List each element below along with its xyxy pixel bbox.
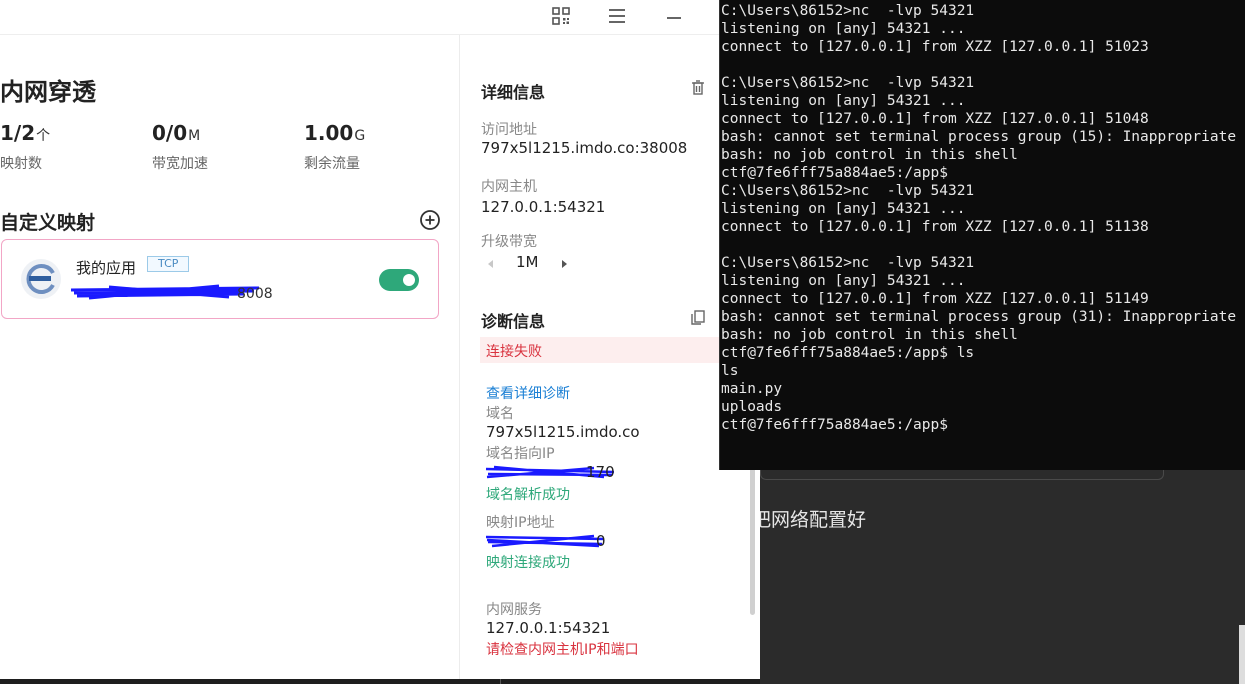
diagnosis-title: 诊断信息 <box>481 312 546 331</box>
title-bar <box>0 0 760 35</box>
terminal-line: C:\Users\86152>nc -lvp 54321 <box>721 255 975 271</box>
terminal-line: bash: cannot set terminal process group … <box>721 129 1237 145</box>
mapped-ip-value: 0 <box>485 532 616 550</box>
copy-icon <box>691 310 705 325</box>
stat-value: 1/2 <box>0 121 36 145</box>
details-title: 详细信息 <box>481 83 546 102</box>
background-editor-text: 把网络配置好 <box>752 509 867 531</box>
mapping-connect-status: 映射连接成功 <box>486 555 570 571</box>
intranet-service-error: 请检查内网主机IP和端口 <box>486 642 639 658</box>
protocol-badge: TCP <box>147 256 190 272</box>
domain-ip-tail: 170 <box>586 463 615 481</box>
mapped-ip-label: 映射IP地址 <box>486 515 555 531</box>
stat-traffic: 1.00G 剩余流量 <box>304 121 366 172</box>
mapped-ip-tail: 0 <box>596 532 606 550</box>
domain-ip-value: 170 <box>485 463 626 481</box>
diagnosis-status: 连接失败 <box>486 344 542 360</box>
terminal-line: bash: no job control in this shell <box>721 327 1018 343</box>
toggle-knob <box>403 274 415 286</box>
terminal-line: listening on [any] 54321 ... <box>721 21 966 37</box>
custom-mapping-title: 自定义映射 <box>0 212 96 234</box>
stat-label: 映射数 <box>0 156 42 172</box>
stat-bandwidth: 0/0M 带宽加速 <box>152 121 208 172</box>
left-panel: 内网穿透 1/2个 映射数 0/0M 带宽加速 1.00G 剩余流量 自定义映射… <box>0 35 459 679</box>
access-address-value[interactable]: 797x5l1215.imdo.co:38008 <box>481 139 687 157</box>
mapping-name: 我的应用 <box>76 259 137 277</box>
delete-button[interactable] <box>689 79 707 97</box>
terminal-line: C:\Users\86152>nc -lvp 54321 <box>721 75 975 91</box>
domain-ip-label: 域名指向IP <box>486 446 555 462</box>
bandwidth-increase-icon[interactable] <box>559 254 571 268</box>
domain-value: 797x5l1215.imdo.co <box>486 423 640 441</box>
intranet-service-value: 127.0.0.1:54321 <box>486 619 611 637</box>
copy-button[interactable] <box>689 308 707 326</box>
terminal-line: listening on [any] 54321 ... <box>721 93 966 109</box>
terminal-line: C:\Users\86152>nc -lvp 54321 <box>721 183 975 199</box>
app-logo-icon <box>20 258 62 300</box>
terminal-line: ctf@7fe6fff75a884ae5:/app$ ls <box>721 345 975 361</box>
terminal-line: ctf@7fe6fff75a884ae5:/app$ <box>721 417 948 433</box>
mapping-card[interactable]: 我的应用 TCP 8008 <box>1 239 439 319</box>
terminal-line: listening on [any] 54321 ... <box>721 201 966 217</box>
view-detailed-diagnosis-link[interactable]: 查看详细诊断 <box>486 383 570 403</box>
access-address-label: 访问地址 <box>481 122 537 138</box>
page-title: 内网穿透 <box>0 78 96 106</box>
background-taskbar-strip <box>0 679 760 684</box>
intranet-host-value: 127.0.0.1:54321 <box>481 198 606 216</box>
terminal-line: ls <box>721 363 739 379</box>
stat-value: 1.00 <box>304 121 354 145</box>
redaction-scribble <box>485 534 605 548</box>
add-mapping-button[interactable] <box>419 209 441 231</box>
right-panel: 详细信息 访问地址 797x5l1215.imdo.co:38008 内网主机 … <box>460 35 760 679</box>
terminal-line: uploads <box>721 399 783 415</box>
minimize-icon[interactable] <box>661 4 687 28</box>
trash-icon <box>692 80 704 95</box>
tunnel-app-window: 内网穿透 1/2个 映射数 0/0M 带宽加速 1.00G 剩余流量 自定义映射… <box>0 0 760 679</box>
stat-unit: 个 <box>36 128 51 144</box>
menu-icon[interactable] <box>604 4 630 28</box>
intranet-host-label: 内网主机 <box>481 179 537 195</box>
terminal-window[interactable]: C:\Users\86152>nc -lvp 54321 listening on… <box>719 0 1245 470</box>
background-scrollbar[interactable] <box>1239 625 1245 684</box>
domain-label: 域名 <box>486 406 514 422</box>
terminal-line: C:\Users\86152>nc -lvp 54321 <box>721 3 975 19</box>
mapping-address-suffix: 8008 <box>237 286 273 302</box>
stat-value: 0/0 <box>152 121 188 145</box>
terminal-line: connect to [127.0.0.1] from XZZ [127.0.0… <box>721 111 1149 127</box>
plus-circle-icon <box>420 210 440 230</box>
stat-mapping-count: 1/2个 映射数 <box>0 121 51 172</box>
qrcode-icon[interactable] <box>548 4 574 28</box>
stat-unit: M <box>188 128 201 144</box>
bandwidth-value: 1M <box>516 253 539 271</box>
terminal-line: bash: cannot set terminal process group … <box>721 309 1237 325</box>
terminal-line: connect to [127.0.0.1] from XZZ [127.0.0… <box>721 291 1149 307</box>
terminal-line: ctf@7fe6fff75a884ae5:/app$ <box>721 165 948 181</box>
intranet-service-label: 内网服务 <box>486 602 542 618</box>
domain-resolve-status: 域名解析成功 <box>486 487 570 503</box>
mapping-enable-toggle[interactable] <box>379 269 419 291</box>
upgrade-bandwidth-label: 升级带宽 <box>481 234 537 250</box>
stat-unit: G <box>354 128 366 144</box>
terminal-line: connect to [127.0.0.1] from XZZ [127.0.0… <box>721 39 1149 55</box>
bandwidth-decrease-icon[interactable] <box>486 254 498 268</box>
stat-label: 带宽加速 <box>152 156 208 172</box>
terminal-line: bash: no job control in this shell <box>721 147 1018 163</box>
terminal-line: main.py <box>721 381 783 397</box>
stat-label: 剩余流量 <box>304 156 360 172</box>
terminal-line: connect to [127.0.0.1] from XZZ [127.0.0… <box>721 219 1149 235</box>
diagnosis-status-bar: 连接失败 <box>480 337 720 363</box>
terminal-line: listening on [any] 54321 ... <box>721 273 966 289</box>
